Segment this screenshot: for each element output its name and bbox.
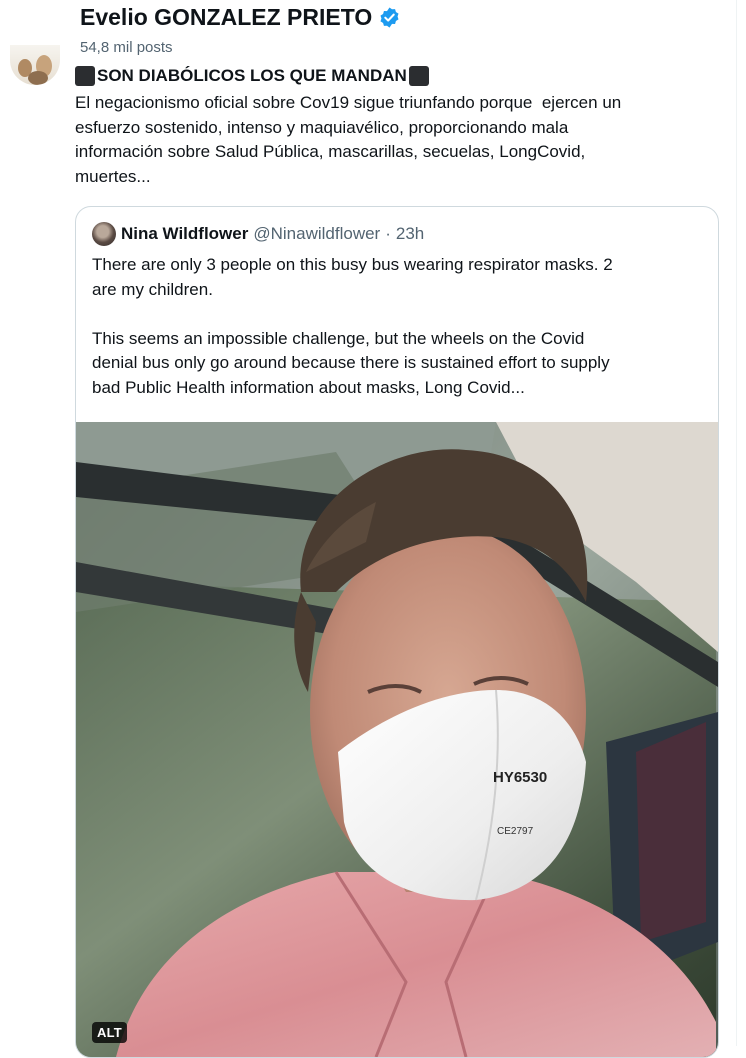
mask-certification-text: CE2797 — [497, 826, 534, 837]
black-square-icon — [75, 66, 95, 86]
profile-header: Evelio GONZALEZ PRIETO — [80, 4, 401, 31]
separator-dot: · — [385, 224, 391, 243]
tweet-text: El negacionismo oficial sobre Cov19 sigu… — [75, 93, 622, 186]
mask-model-text: HY6530 — [493, 769, 547, 786]
black-square-icon — [408, 66, 429, 86]
alt-text-badge[interactable]: ALT — [92, 1022, 127, 1043]
quoted-tweet-text: There are only 3 people on this busy bus… — [92, 255, 613, 397]
quoted-author-name[interactable]: Nina Wildflower — [121, 224, 248, 244]
quoted-author-handle[interactable]: @Ninawildflower — [253, 224, 380, 244]
author-avatar[interactable] — [10, 45, 60, 85]
quoted-tweet-card[interactable]: Nina Wildflower @Ninawildflower · 23h Th… — [75, 206, 719, 1058]
headline-text: SON DIABÓLICOS LOS QUE MANDAN — [97, 66, 407, 85]
photo-illustration: HY6530 CE2797 — [76, 422, 718, 1057]
tweet-headline: SON DIABÓLICOS LOS QUE MANDAN — [75, 66, 429, 86]
quoted-author-avatar[interactable] — [92, 222, 116, 246]
column-divider — [736, 0, 737, 1046]
quoted-photo[interactable]: HY6530 CE2797 — [76, 422, 718, 1057]
quoted-tweet-header: Nina Wildflower @Ninawildflower · 23h — [92, 222, 424, 246]
verified-badge-icon — [380, 7, 399, 28]
quoted-timestamp[interactable]: 23h — [396, 224, 424, 244]
display-name[interactable]: Evelio GONZALEZ PRIETO — [80, 4, 372, 31]
post-count: 54,8 mil posts — [80, 39, 173, 56]
